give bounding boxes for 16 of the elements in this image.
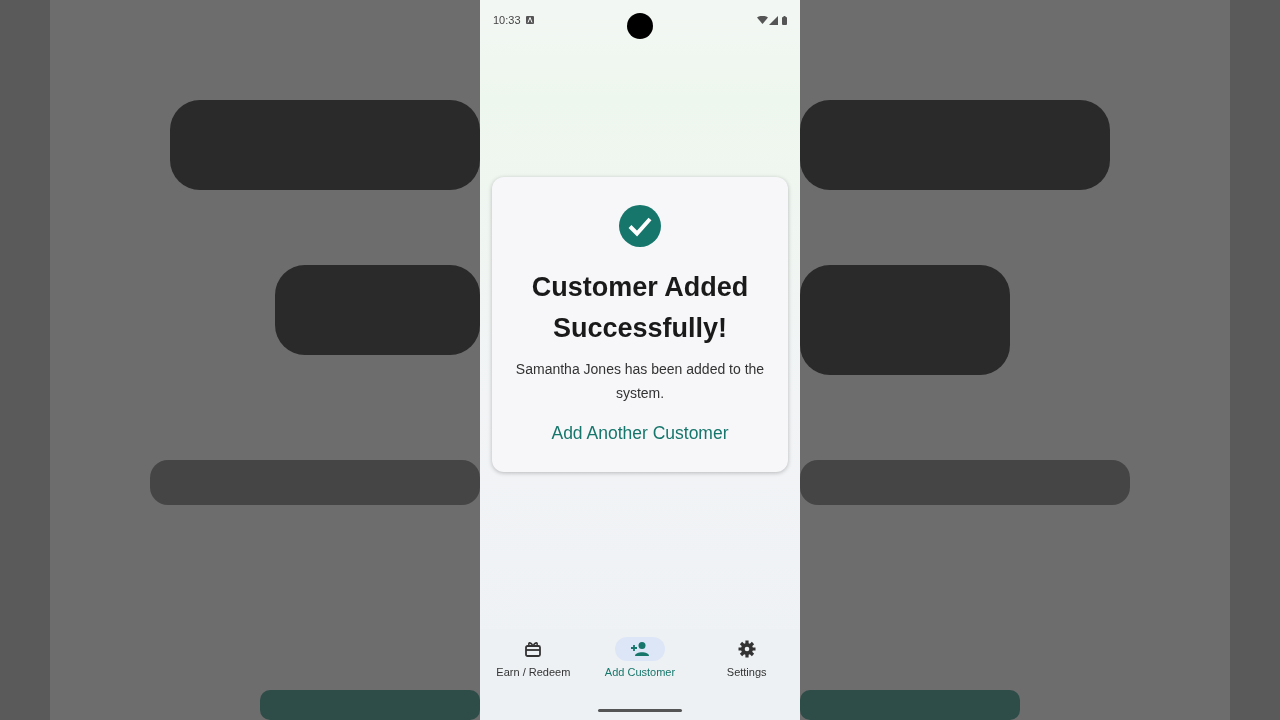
battery-icon	[782, 15, 787, 25]
person-add-icon	[630, 639, 650, 659]
dialog-title: Customer Added Successfully!	[530, 271, 750, 345]
nav-tab[interactable]: Earn / Redeem	[480, 637, 587, 709]
nav-tab[interactable]: Add Customer	[586, 637, 694, 709]
nav-tab[interactable]: Settings	[693, 637, 800, 709]
status-time: 10:33	[493, 12, 521, 28]
notification-icon	[525, 16, 534, 24]
signal-icon	[769, 15, 778, 25]
dialog-message: Samantha Jones has been added to the system.	[514, 360, 766, 403]
wifi-icon	[757, 16, 768, 24]
add-another-button[interactable]: Add Another Customer	[547, 417, 733, 448]
settings-icon	[736, 639, 757, 659]
camera-hole	[627, 13, 653, 39]
check-icon	[619, 205, 661, 248]
gift-icon	[523, 639, 544, 659]
